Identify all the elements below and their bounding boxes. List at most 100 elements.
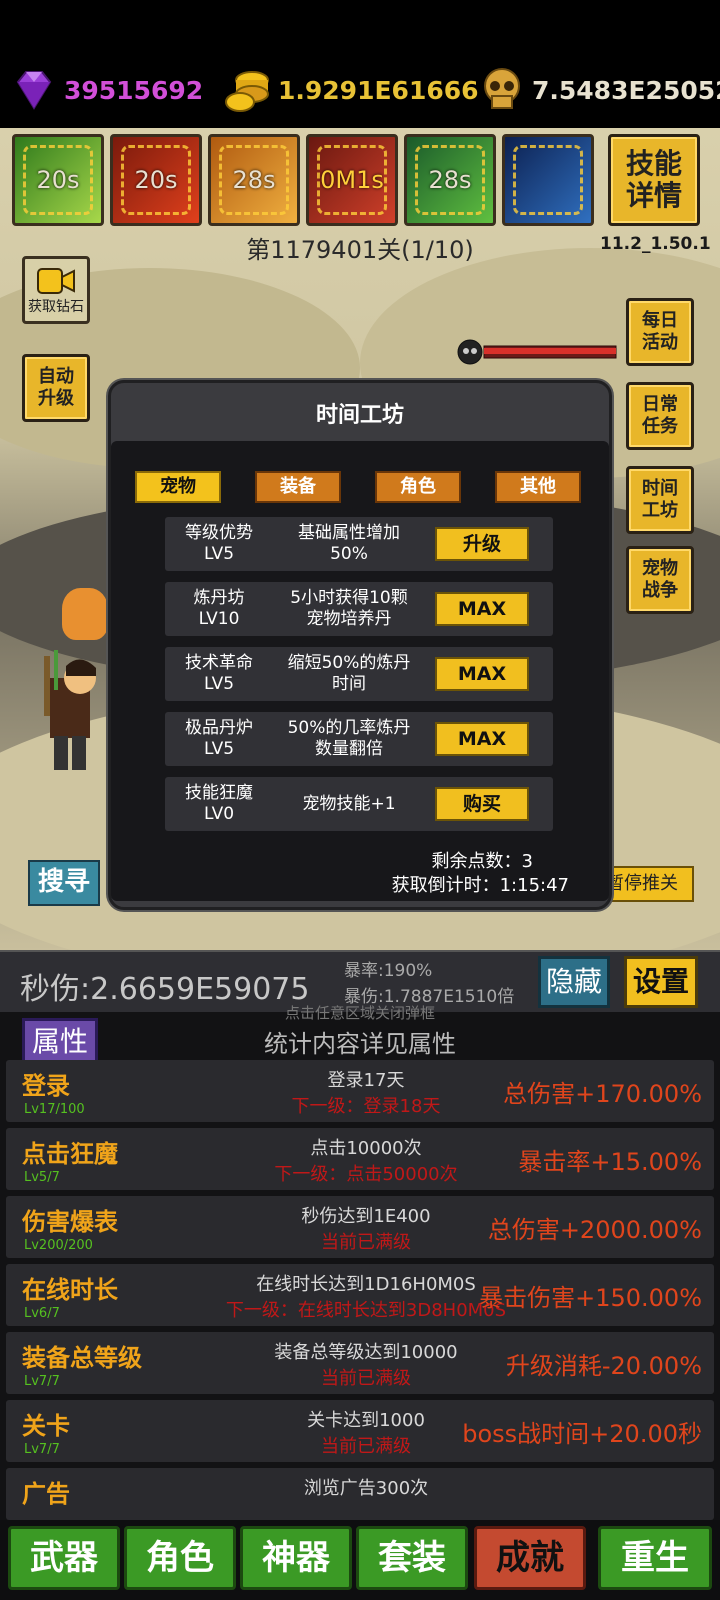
modal-content: 宠物 装备 角色 其他 等级优势 LV5 基础属性增加 50% 升级 炼丹坊 L… bbox=[111, 441, 609, 901]
upgrade-row: 技能狂魔 LV0 宠物技能+1 购买 bbox=[165, 777, 553, 831]
gem-count: 39515692 bbox=[64, 75, 204, 105]
achievement-title: 点击狂魔 bbox=[22, 1140, 118, 1168]
achievement-row: 伤害爆表 Lv200/200 秒伤达到1E400 当前已满级 总伤害+2000.… bbox=[6, 1196, 714, 1258]
upgrade-name: 技术革命 LV5 bbox=[185, 653, 253, 694]
achievement-reward: 总伤害+170.00% bbox=[503, 1080, 702, 1108]
skull-icon bbox=[484, 68, 520, 109]
upgrade-desc: 50%的几率炼丹 数量翻倍 bbox=[287, 718, 411, 759]
crit-rate: 暴率:190% bbox=[344, 961, 433, 981]
nav-achievements[interactable]: 成就 bbox=[474, 1526, 586, 1590]
close-hint: 点击任意区域关闭弹框 bbox=[284, 1004, 435, 1022]
achievement-reward: 暴击率+15.00% bbox=[518, 1148, 702, 1176]
achievement-title: 登录 bbox=[22, 1072, 70, 1100]
max-button[interactable]: MAX bbox=[435, 592, 529, 626]
achievement-next: 下一级：点击50000次 bbox=[274, 1164, 458, 1185]
upgrade-row: 等级优势 LV5 基础属性增加 50% 升级 bbox=[165, 517, 553, 571]
achievement-level: Lv7/7 bbox=[24, 1442, 60, 1457]
achievement-condition: 秒伤达到1E400 bbox=[301, 1206, 431, 1227]
time-workshop-button[interactable]: 时间 工坊 bbox=[626, 466, 694, 534]
tab-pet[interactable]: 宠物 bbox=[135, 471, 221, 503]
gold-coins-icon bbox=[225, 71, 269, 112]
achievement-condition: 浏览广告300次 bbox=[303, 1478, 429, 1499]
max-button[interactable]: MAX bbox=[435, 722, 529, 756]
skull-counter: 7.5483E25052 bbox=[476, 62, 720, 118]
upgrade-name: 等级优势 LV5 bbox=[185, 523, 253, 564]
boss-health-bar bbox=[456, 338, 620, 366]
skill-slot-3[interactable]: 28s bbox=[208, 134, 300, 226]
nav-weapons[interactable]: 武器 bbox=[8, 1526, 120, 1590]
get-gems-button[interactable]: 获取钻石 bbox=[22, 256, 90, 324]
nav-sets[interactable]: 套装 bbox=[356, 1526, 468, 1590]
skill-slot-5[interactable]: 28s bbox=[404, 134, 496, 226]
achievement-reward: boss战时间+20.00秒 bbox=[462, 1420, 702, 1448]
upgrade-desc: 宠物技能+1 bbox=[302, 794, 396, 814]
pet-war-button[interactable]: 宠物 战争 bbox=[626, 546, 694, 614]
achievement-level: Lv200/200 bbox=[24, 1238, 93, 1253]
remaining-points: 剩余点数：3 bbox=[431, 851, 533, 872]
achievement-row: 广告 浏览广告300次 bbox=[6, 1468, 714, 1520]
search-button[interactable]: 搜寻 bbox=[28, 860, 100, 906]
achievement-row: 登录 Lv17/100 登录17天 下一级：登录18天 总伤害+170.00% bbox=[6, 1060, 714, 1122]
achievement-row: 装备总等级 Lv7/7 装备总等级达到10000 当前已满级 升级消耗-20.0… bbox=[6, 1332, 714, 1394]
achievement-title: 在线时长 bbox=[22, 1276, 118, 1304]
video-icon bbox=[37, 268, 75, 294]
modal-title: 时间工坊 bbox=[315, 403, 404, 428]
achievement-level: Lv5/7 bbox=[24, 1170, 60, 1185]
skill-slot-2[interactable]: 20s bbox=[110, 134, 202, 226]
achievement-condition: 装备总等级达到10000 bbox=[274, 1342, 458, 1363]
upgrade-name: 炼丹坊 LV10 bbox=[193, 588, 245, 629]
upgrade-row: 技术革命 LV5 缩短50%的炼丹 时间 MAX bbox=[165, 647, 553, 701]
countdown-timer: 获取倒计时：1:15:47 bbox=[391, 875, 569, 896]
achievement-next: 下一级：登录18天 bbox=[291, 1096, 441, 1117]
upgrade-desc: 基础属性增加 50% bbox=[298, 523, 400, 564]
achievement-panel: 属性 点击任意区域关闭弹框 统计内容详见属性 登录 Lv17/100 登录17天… bbox=[0, 1004, 720, 1520]
achievement-next: 下一级：在线时长达到3D8H0M0S bbox=[225, 1300, 507, 1321]
achievement-condition: 点击10000次 bbox=[310, 1138, 422, 1159]
skill-slot-4[interactable]: 0M1s bbox=[306, 134, 398, 226]
skill-slot-6[interactable] bbox=[502, 134, 594, 226]
skill-detail-button[interactable]: 技能 详情 bbox=[608, 134, 700, 226]
upgrade-row: 炼丹坊 LV10 5小时获得10颗 宠物培养丹 MAX bbox=[165, 582, 553, 636]
tab-character[interactable]: 角色 bbox=[375, 471, 461, 503]
nav-artifact[interactable]: 神器 bbox=[240, 1526, 352, 1590]
achievement-next: 当前已满级 bbox=[321, 1232, 411, 1253]
achievement-reward: 总伤害+2000.00% bbox=[487, 1216, 702, 1244]
daily-activity-button[interactable]: 每日 活动 bbox=[626, 298, 694, 366]
version-label: 11.2_1.50.1 bbox=[600, 234, 711, 254]
fist-icon bbox=[62, 588, 108, 640]
gold-count: 1.9291E61666 bbox=[278, 75, 479, 105]
time-workshop-modal: 时间工坊 宠物 装备 角色 其他 等级优势 LV5 基础属性增加 50% 升级 … bbox=[108, 380, 612, 910]
gem-counter: 39515692 bbox=[8, 62, 203, 118]
nav-character[interactable]: 角色 bbox=[124, 1526, 236, 1590]
stats-subtitle: 统计内容详见属性 bbox=[264, 1030, 456, 1058]
hero-archer bbox=[40, 648, 108, 778]
achievement-reward: 暴击伤害+150.00% bbox=[479, 1284, 702, 1312]
achievement-condition: 登录17天 bbox=[327, 1070, 405, 1091]
hide-button[interactable]: 隐藏 bbox=[538, 956, 610, 1008]
achievement-row: 在线时长 Lv6/7 在线时长达到1D16H0M0S 下一级：在线时长达到3D8… bbox=[6, 1264, 714, 1326]
achievement-level: Lv6/7 bbox=[24, 1306, 60, 1321]
upgrade-button[interactable]: 升级 bbox=[435, 527, 529, 561]
achievement-level: Lv17/100 bbox=[24, 1102, 85, 1117]
achievement-reward: 升级消耗-20.00% bbox=[505, 1352, 702, 1380]
achievement-title: 关卡 bbox=[22, 1412, 70, 1440]
nav-rebirth[interactable]: 重生 bbox=[598, 1526, 712, 1590]
achievement-next: 当前已满级 bbox=[321, 1368, 411, 1389]
skill-slot-1[interactable]: 20s bbox=[12, 134, 104, 226]
achievement-condition: 在线时长达到1D16H0M0S bbox=[256, 1274, 476, 1295]
achievement-title: 广告 bbox=[22, 1480, 70, 1508]
achievement-title: 装备总等级 bbox=[22, 1344, 142, 1372]
upgrade-row: 极品丹炉 LV5 50%的几率炼丹 数量翻倍 MAX bbox=[165, 712, 553, 766]
max-button[interactable]: MAX bbox=[435, 657, 529, 691]
daily-tasks-button[interactable]: 日常 任务 bbox=[626, 382, 694, 450]
buy-button[interactable]: 购买 bbox=[435, 787, 529, 821]
tab-other[interactable]: 其他 bbox=[495, 471, 581, 503]
skull-count: 7.5483E25052 bbox=[532, 75, 720, 105]
upgrade-name: 极品丹炉 LV5 bbox=[185, 718, 253, 759]
achievement-row: 点击狂魔 Lv5/7 点击10000次 下一级：点击50000次 暴击率+15.… bbox=[6, 1128, 714, 1190]
settings-button[interactable]: 设置 bbox=[624, 956, 698, 1008]
bottom-nav: 武器 角色 神器 套装 成就 重生 bbox=[0, 1520, 720, 1600]
upgrade-name: 技能狂魔 LV0 bbox=[185, 783, 253, 824]
auto-upgrade-button[interactable]: 自动 升级 bbox=[22, 354, 90, 422]
tab-equipment[interactable]: 装备 bbox=[255, 471, 341, 503]
